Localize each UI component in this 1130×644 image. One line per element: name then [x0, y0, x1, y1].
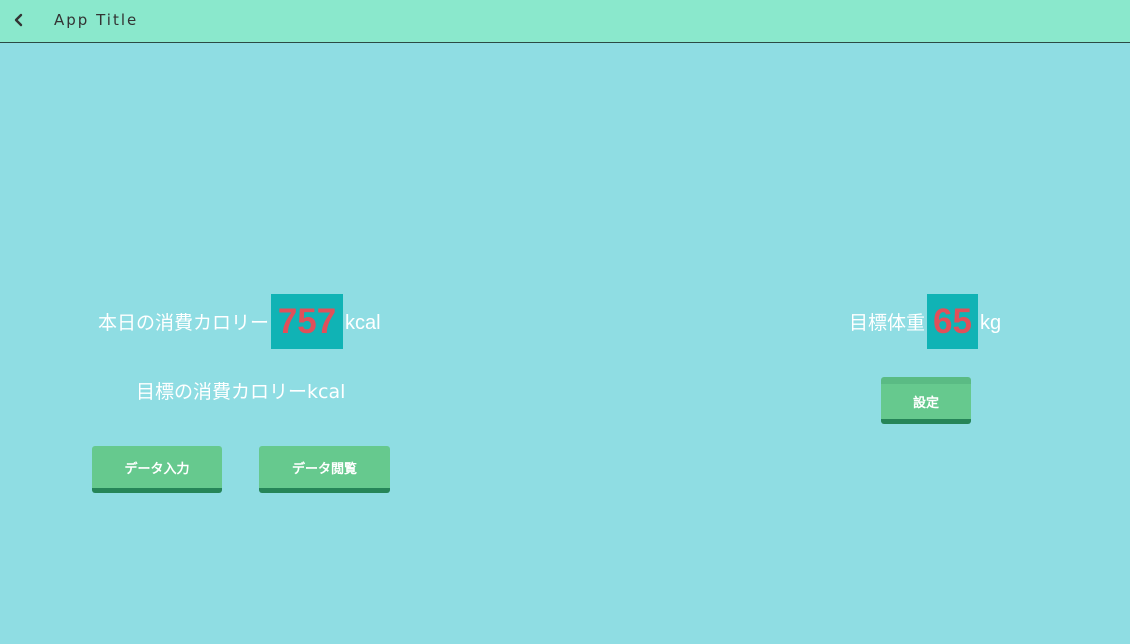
chevron-left-icon [14, 13, 23, 27]
goal-weight-unit: kg [980, 312, 1002, 334]
goal-weight-value: 65 [927, 294, 979, 349]
app-title: App Title [54, 11, 139, 29]
goal-weight-label: 目標体重 [849, 312, 926, 334]
back-button[interactable] [8, 8, 30, 32]
todays-calories-row: 本日の消費カロリー 757 kcal [98, 294, 381, 349]
data-input-button[interactable]: データ入力 [92, 446, 222, 493]
data-view-button[interactable]: データ閲覧 [259, 446, 390, 493]
todays-calories-label: 本日の消費カロリー [98, 312, 270, 334]
todays-calories-unit: kcal [345, 312, 381, 334]
goal-weight-row: 目標体重 65 kg [849, 294, 1001, 349]
todays-calories-value: 757 [271, 294, 344, 349]
settings-button[interactable]: 設定 [881, 377, 971, 424]
app-header: App Title [0, 0, 1130, 43]
goal-calories-label: 目標の消費カロリーkcal [136, 381, 346, 403]
